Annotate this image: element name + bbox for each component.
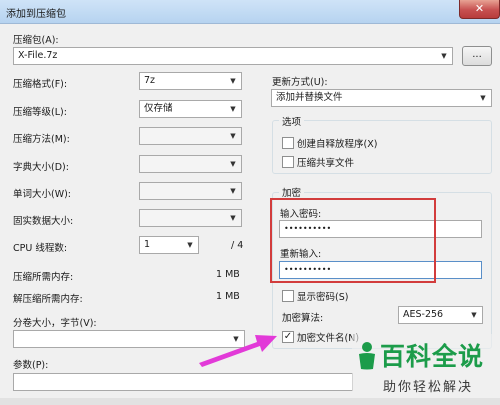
close-icon: ✕ <box>474 2 485 15</box>
threads-select[interactable]: 1 ▼ <box>139 236 199 254</box>
word-select[interactable]: ▼ <box>139 182 242 200</box>
level-label: 压缩等级(L): <box>13 107 67 118</box>
format-value: 7z <box>144 75 156 86</box>
params-label: 参数(P): <box>13 360 49 371</box>
chevron-down-icon: ▼ <box>230 160 236 168</box>
mem-compress-label: 压缩所需内存: <box>13 272 74 283</box>
shared-label: 压缩共享文件 <box>297 158 355 169</box>
chevron-down-icon: ▼ <box>230 105 236 113</box>
update-select[interactable]: 添加并替换文件 ▼ <box>271 89 492 107</box>
watermark-logo-icon <box>359 342 375 370</box>
chevron-down-icon: ▼ <box>471 311 477 319</box>
bottom-edge <box>0 398 500 405</box>
solid-select[interactable]: ▼ <box>139 209 242 227</box>
dict-label: 字典大小(D): <box>13 162 69 173</box>
archive-path-combo[interactable]: X-File.7z ▼ <box>13 47 453 65</box>
format-label: 压缩格式(F): <box>13 79 68 90</box>
chevron-down-icon: ▼ <box>230 77 236 85</box>
threads-value: 1 <box>144 239 151 250</box>
update-value: 添加并替换文件 <box>276 92 343 103</box>
mem-compress-value: 1 MB <box>216 269 240 280</box>
word-label: 单词大小(W): <box>13 189 72 200</box>
mem-decompress-label: 解压缩所需内存: <box>13 294 83 305</box>
sfx-checkbox[interactable] <box>282 137 294 149</box>
check-icon: ✓ <box>283 331 293 342</box>
annotation-arrow-icon <box>199 335 277 367</box>
options-title: 选项 <box>279 114 305 128</box>
method-select[interactable]: ▼ <box>139 127 242 145</box>
encryption-method-select[interactable]: AES-256 ▼ <box>398 306 483 324</box>
encrypt-names-label: 加密文件名(N) <box>297 333 360 344</box>
watermark-title: 百科全说 <box>380 342 485 371</box>
watermark-subtitle: 助你轻松解决 <box>383 380 474 395</box>
encryption-title: 加密 <box>279 185 305 199</box>
close-button[interactable]: ✕ <box>459 0 500 19</box>
level-select[interactable]: 仅存储 ▼ <box>139 100 242 118</box>
encryption-method-value: AES-256 <box>403 309 444 320</box>
chevron-down-icon: ▼ <box>187 241 193 249</box>
chevron-down-icon: ▼ <box>480 94 486 102</box>
sfx-label: 创建自释放程序(X) <box>297 139 378 150</box>
mem-decompress-value: 1 MB <box>216 291 240 302</box>
archive-path-value: X-File.7z <box>18 50 58 61</box>
update-label: 更新方式(U): <box>272 77 328 88</box>
chevron-down-icon: ▼ <box>230 214 236 222</box>
show-password-checkbox[interactable] <box>282 290 294 302</box>
chevron-down-icon: ▼ <box>230 187 236 195</box>
method-label: 压缩方法(M): <box>13 134 70 145</box>
encryption-method-label: 加密算法: <box>282 313 324 324</box>
dict-select[interactable]: ▼ <box>139 155 242 173</box>
window-title: 添加到压缩包 <box>6 9 66 20</box>
title-bar: 添加到压缩包 ✕ <box>0 0 500 24</box>
level-value: 仅存储 <box>144 103 173 114</box>
format-select[interactable]: 7z ▼ <box>139 72 242 90</box>
shared-checkbox[interactable] <box>282 156 294 168</box>
archive-label: 压缩包(A): <box>13 35 59 46</box>
browse-button[interactable]: ... <box>462 46 492 66</box>
params-input[interactable] <box>13 373 353 391</box>
highlight-box <box>270 198 436 283</box>
chevron-down-icon: ▼ <box>441 52 447 60</box>
show-password-label: 显示密码(S) <box>297 292 349 303</box>
split-label: 分卷大小，字节(V): <box>13 318 97 329</box>
chevron-down-icon: ▼ <box>230 132 236 140</box>
threads-total: / 4 <box>231 240 244 251</box>
threads-label: CPU 线程数: <box>13 243 68 254</box>
encrypt-names-checkbox[interactable]: ✓ <box>282 331 294 343</box>
solid-label: 固实数据大小: <box>13 216 74 227</box>
